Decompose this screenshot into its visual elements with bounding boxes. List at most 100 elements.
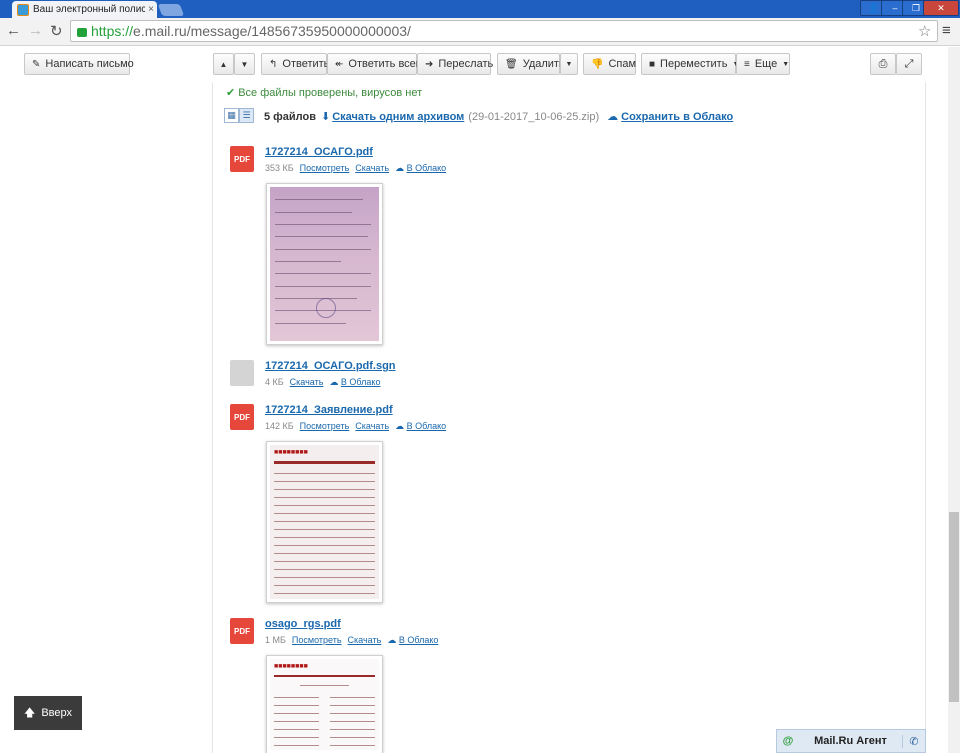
agent-label: Mail.Ru Агент (814, 735, 887, 747)
forward-label: Переслать (438, 58, 494, 70)
to-cloud-link[interactable]: В Облако (407, 421, 447, 431)
attachment-thumbnail[interactable]: ■■■■■■■■ (266, 655, 383, 753)
download-all-link[interactable]: Скачать одним архивом (332, 111, 464, 123)
file-icon (230, 360, 254, 386)
download-link[interactable]: Скачать (290, 377, 324, 388)
attachments-header: 5 файлов ⬇ Скачать одним архивом (29-01-… (264, 110, 733, 124)
reload-icon[interactable]: ↻ (50, 22, 63, 40)
caret-down-icon: ▼ (782, 60, 790, 68)
spam-button[interactable]: 👎 Спам (583, 53, 636, 75)
next-message-button[interactable]: ▼ (234, 53, 255, 75)
at-icon: @ (782, 735, 794, 747)
attachment-size: 353 КБ (265, 163, 294, 173)
compose-label: Написать письмо (45, 58, 134, 70)
delete-dropdown-button[interactable]: ▼ (560, 53, 578, 75)
download-icon: ⬇ (321, 111, 331, 123)
lock-icon (77, 27, 87, 37)
grid-view-icon[interactable]: ▦ (224, 108, 239, 123)
check-icon: ✔ (226, 87, 236, 99)
reply-icon: ↰ (269, 58, 278, 70)
back-icon[interactable]: ← (6, 22, 21, 39)
pdf-file-icon: PDF (230, 146, 254, 172)
pencil-icon: ✎ (32, 58, 41, 70)
folder-icon: ■ (649, 58, 656, 70)
mail-agent-bar[interactable]: @ Mail.Ru Агент ✆ (776, 729, 926, 753)
browser-tab[interactable]: Ваш электронный полис ОС × (12, 1, 157, 18)
reply-all-button[interactable]: ↞ Ответить всем (327, 53, 423, 75)
files-count: 5 файлов (264, 110, 317, 123)
arrow-down-icon: ▼ (240, 59, 249, 69)
save-to-cloud-link[interactable]: Сохранить в Облако (621, 111, 733, 123)
scroll-up-label: Вверх (41, 707, 72, 719)
view-link[interactable]: Посмотреть (300, 163, 350, 174)
forward-arrow-icon: ➜ (425, 58, 434, 70)
to-cloud-link[interactable]: В Облако (399, 635, 439, 645)
address-bar[interactable]: https:// e.mail.ru/message/1485673595000… (70, 20, 938, 42)
expand-button[interactable]: ⤢ (896, 53, 922, 75)
print-icon: ⎙ (878, 57, 888, 70)
download-link[interactable]: Скачать (355, 163, 389, 174)
reply-all-label: Ответить всем (348, 58, 424, 70)
print-button[interactable]: ⎙ (870, 53, 896, 75)
attachment-name[interactable]: 1727214_Заявление.pdf (265, 404, 393, 416)
attachment-thumbnail[interactable] (266, 183, 383, 345)
forward-icon[interactable]: → (28, 22, 43, 39)
move-label: Переместить (660, 58, 728, 70)
rgs-logo-icon: ■■■■■■■■ (274, 449, 308, 456)
bookmark-star-icon[interactable]: ☆ (918, 22, 931, 40)
new-tab-button[interactable] (157, 4, 185, 16)
cloud-icon: ☁ (329, 377, 339, 387)
view-link[interactable]: Посмотреть (300, 421, 350, 432)
attachment-meta: 142 КБ Посмотреть Скачать ☁ В Облако (265, 421, 446, 432)
attachment-name[interactable]: 1727214_ОСАГО.pdf (265, 146, 373, 158)
pdf-file-icon: PDF (230, 618, 254, 644)
browser-menu-icon[interactable]: ≡ (942, 22, 951, 39)
list-view-icon[interactable]: ☰ (239, 108, 254, 123)
pdf-file-icon: PDF (230, 404, 254, 430)
attachment-meta: 1 МБ Посмотреть Скачать ☁ В Облако (265, 635, 438, 646)
thumbs-down-icon: 👎 (591, 58, 604, 70)
scrollbar-thumb[interactable] (949, 512, 959, 702)
reply-label: Ответить (282, 58, 330, 70)
attachment-name[interactable]: osago_rgs.pdf (265, 618, 341, 630)
delete-button[interactable]: 🗑 Удалить (497, 53, 565, 75)
cloud-icon: ☁ (607, 111, 619, 123)
scroll-up-button[interactable]: 🡅 Вверх (14, 696, 82, 730)
rgs-logo-icon: ■■■■■■■■ (274, 663, 308, 670)
to-cloud-link[interactable]: В Облако (407, 163, 447, 173)
virus-status-text: Все файлы проверены, вирусов нет (238, 87, 423, 99)
more-label: Еще (754, 58, 778, 70)
tab-close-icon[interactable]: × (145, 4, 157, 15)
compose-button[interactable]: ✎ Написать письмо (24, 53, 134, 75)
download-link[interactable]: Скачать (355, 421, 389, 432)
stamp-icon (315, 297, 336, 318)
attachment-meta: 4 КБ Скачать ☁ В Облако (265, 377, 380, 388)
list-icon: ≡ (744, 58, 750, 70)
attachment-size: 142 КБ (265, 421, 294, 431)
url-path: e.mail.ru/message/14856735950000000003/ (133, 23, 411, 39)
forward-button[interactable]: ➜ Переслать (417, 53, 494, 75)
application-document-preview: ■■■■■■■■ (270, 445, 379, 599)
attachment-view-toggle: ▦ ☰ (224, 108, 254, 123)
to-cloud-link[interactable]: В Облако (341, 377, 381, 387)
arrow-up-icon: 🡅 (24, 706, 36, 719)
cloud-icon: ☁ (395, 163, 405, 173)
more-button[interactable]: ≡ Еще ▼ (736, 53, 790, 75)
view-link[interactable]: Посмотреть (292, 635, 342, 646)
close-window-icon[interactable]: ✕ (923, 0, 959, 16)
prev-message-button[interactable]: ▲ (213, 53, 234, 75)
virus-check-status: ✔ Все файлы проверены, вирусов нет (226, 86, 422, 99)
download-link[interactable]: Скачать (348, 635, 382, 646)
archive-name: (29-01-2017_10-06-25.zip) (468, 110, 600, 123)
caret-down-icon: ▼ (565, 60, 573, 68)
attachment-thumbnail[interactable]: ■■■■■■■■ (266, 441, 383, 603)
reply-button[interactable]: ↰ Ответить (261, 53, 330, 75)
phone-icon[interactable]: ✆ (902, 734, 925, 748)
arrow-up-icon: ▲ (219, 59, 228, 69)
spam-label: Спам (608, 58, 637, 70)
attachment-name[interactable]: 1727214_ОСАГО.pdf.sgn (265, 360, 396, 372)
url-scheme: https:// (91, 23, 134, 39)
move-button[interactable]: ■ Переместить ▼ (641, 53, 739, 75)
mail-favicon-icon (17, 3, 29, 16)
tab-title: Ваш электронный полис ОС (33, 4, 145, 15)
